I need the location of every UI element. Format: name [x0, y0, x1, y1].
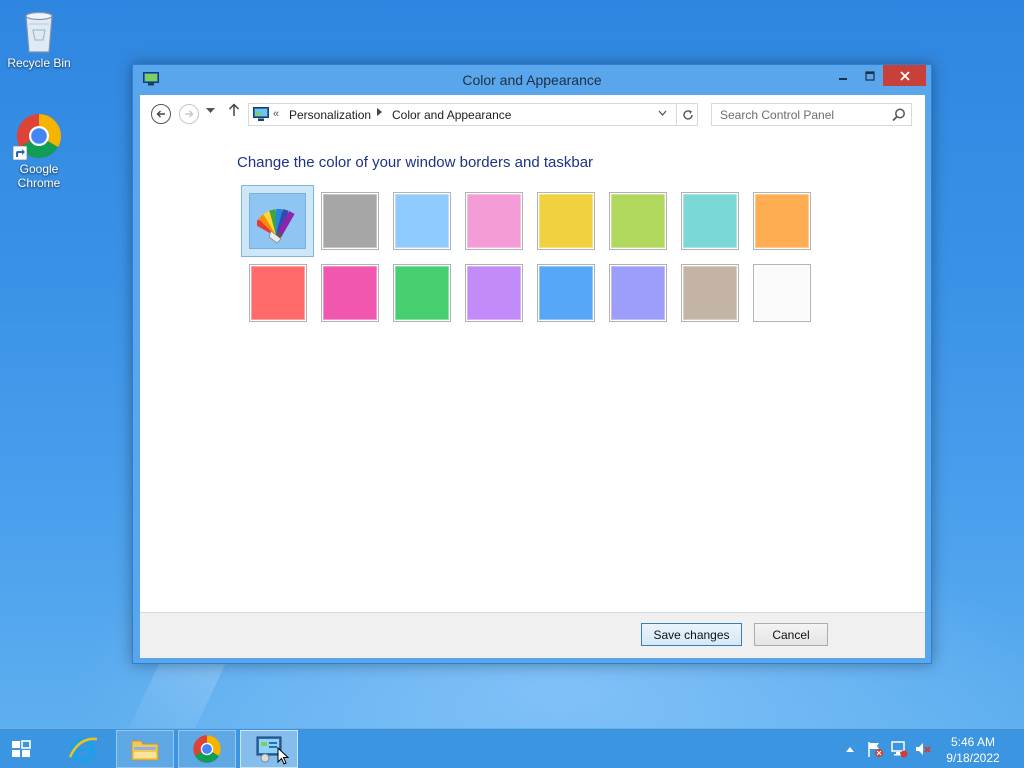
start-button[interactable] — [10, 739, 34, 759]
action-center-icon[interactable] — [866, 729, 884, 768]
swatch-fill — [467, 194, 521, 248]
swatch-fill — [323, 194, 377, 248]
refresh-icon — [682, 109, 693, 120]
window-title: Color and Appearance — [462, 72, 602, 88]
navigation-bar: « Personalization Color and Appearance — [140, 95, 925, 133]
up-button[interactable] — [228, 103, 240, 122]
color-palette-icon — [257, 209, 295, 244]
mouse-cursor-icon — [277, 747, 289, 765]
swatch-fill — [539, 266, 593, 320]
chrome-icon — [193, 735, 221, 763]
system-clock[interactable]: 5:46 AM 9/18/2022 — [938, 734, 1008, 766]
breadcrumb-overflow[interactable]: « — [273, 108, 279, 120]
color-swatch-light-blue[interactable] — [393, 192, 451, 250]
color-swatch-purple[interactable] — [465, 264, 523, 322]
color-swatch-magenta[interactable] — [321, 264, 379, 322]
address-dropdown-button[interactable] — [658, 108, 667, 120]
swatch-fill — [539, 194, 593, 248]
breadcrumb-personalization[interactable]: Personalization — [289, 108, 371, 122]
search-box[interactable] — [711, 103, 912, 126]
clock-time: 5:46 AM — [950, 735, 996, 749]
color-swatch-orange[interactable] — [753, 192, 811, 250]
taskbar-control-panel[interactable] — [240, 730, 298, 768]
forward-arrow-icon — [185, 110, 194, 118]
refresh-button[interactable] — [676, 104, 698, 125]
color-swatch-blue[interactable] — [537, 264, 595, 322]
maximize-button[interactable] — [857, 65, 883, 86]
show-hidden-icons-button[interactable] — [845, 729, 855, 768]
cancel-button[interactable]: Cancel — [754, 623, 828, 646]
taskbar-internet-explorer[interactable] — [54, 730, 112, 768]
taskbar-chrome[interactable] — [178, 730, 236, 768]
swatch-fill — [611, 194, 665, 248]
desktop-icon-label: Google Chrome — [17, 162, 61, 190]
close-button[interactable] — [883, 65, 926, 86]
swatch-fill — [755, 266, 809, 320]
color-swatch-periwinkle[interactable] — [609, 264, 667, 322]
save-changes-button[interactable]: Save changes — [641, 623, 742, 646]
minimize-button[interactable] — [829, 65, 857, 86]
chrome-icon — [13, 112, 63, 160]
taskbar: 5:46 AM 9/18/2022 — [0, 728, 1024, 768]
window-client-area: « Personalization Color and Appearance S… — [140, 95, 925, 658]
page-heading: Change the color of your window borders … — [237, 154, 594, 171]
shortcut-arrow-icon — [13, 146, 27, 160]
desktop-icon-google-chrome[interactable]: Google Chrome — [1, 112, 77, 190]
color-swatch-lime[interactable] — [609, 192, 667, 250]
minimize-icon — [839, 77, 847, 80]
color-swatch-pink[interactable] — [465, 192, 523, 250]
folder-icon — [131, 740, 159, 761]
chevron-up-icon — [846, 747, 854, 752]
chevron-down-icon — [206, 108, 215, 113]
address-bar[interactable]: « Personalization Color and Appearance — [248, 103, 698, 126]
swatch-fill — [251, 266, 305, 320]
breadcrumb-separator-icon[interactable] — [377, 108, 382, 118]
swatch-fill — [755, 194, 809, 248]
clock-date: 9/18/2022 — [946, 751, 1000, 765]
back-arrow-icon — [156, 110, 165, 118]
color-swatch-white[interactable] — [753, 264, 811, 322]
recycle-bin-icon — [15, 6, 63, 54]
internet-explorer-icon — [68, 737, 98, 763]
swatch-fill — [467, 266, 521, 320]
desktop-icon-recycle-bin[interactable]: Recycle Bin — [1, 6, 77, 70]
swatch-fill — [683, 266, 737, 320]
recent-locations-button[interactable] — [206, 106, 215, 117]
chevron-down-icon — [658, 110, 667, 116]
color-swatch-taupe[interactable] — [681, 264, 739, 322]
button-bar: Save changes Cancel — [140, 612, 925, 658]
up-arrow-icon — [228, 103, 240, 116]
network-icon[interactable] — [890, 729, 908, 768]
taskbar-file-explorer[interactable] — [116, 730, 174, 768]
control-panel-icon — [253, 107, 269, 121]
swatch-fill — [249, 193, 306, 249]
close-icon — [899, 70, 910, 81]
volume-muted-icon[interactable] — [914, 729, 932, 768]
color-swatch-automatic[interactable] — [241, 185, 314, 257]
swatch-fill — [611, 266, 665, 320]
title-bar[interactable]: Color and Appearance — [133, 65, 931, 95]
search-input[interactable] — [712, 104, 887, 125]
color-swatch-red[interactable] — [249, 264, 307, 322]
color-swatch-gray[interactable] — [321, 192, 379, 250]
breadcrumb-color-appearance[interactable]: Color and Appearance — [392, 108, 511, 122]
maximize-icon — [865, 70, 875, 81]
color-appearance-window: Color and Appearance « Personalization C… — [132, 64, 932, 664]
swatch-fill — [323, 266, 377, 320]
color-swatch-yellow[interactable] — [537, 192, 595, 250]
forward-button[interactable] — [179, 104, 199, 124]
color-swatch-teal[interactable] — [681, 192, 739, 250]
color-swatch-green[interactable] — [393, 264, 451, 322]
desktop-icon-label: Recycle Bin — [7, 56, 71, 70]
swatch-fill — [395, 266, 449, 320]
swatch-fill — [395, 194, 449, 248]
search-icon[interactable] — [891, 107, 907, 123]
swatch-fill — [683, 194, 737, 248]
back-button[interactable] — [151, 104, 171, 124]
